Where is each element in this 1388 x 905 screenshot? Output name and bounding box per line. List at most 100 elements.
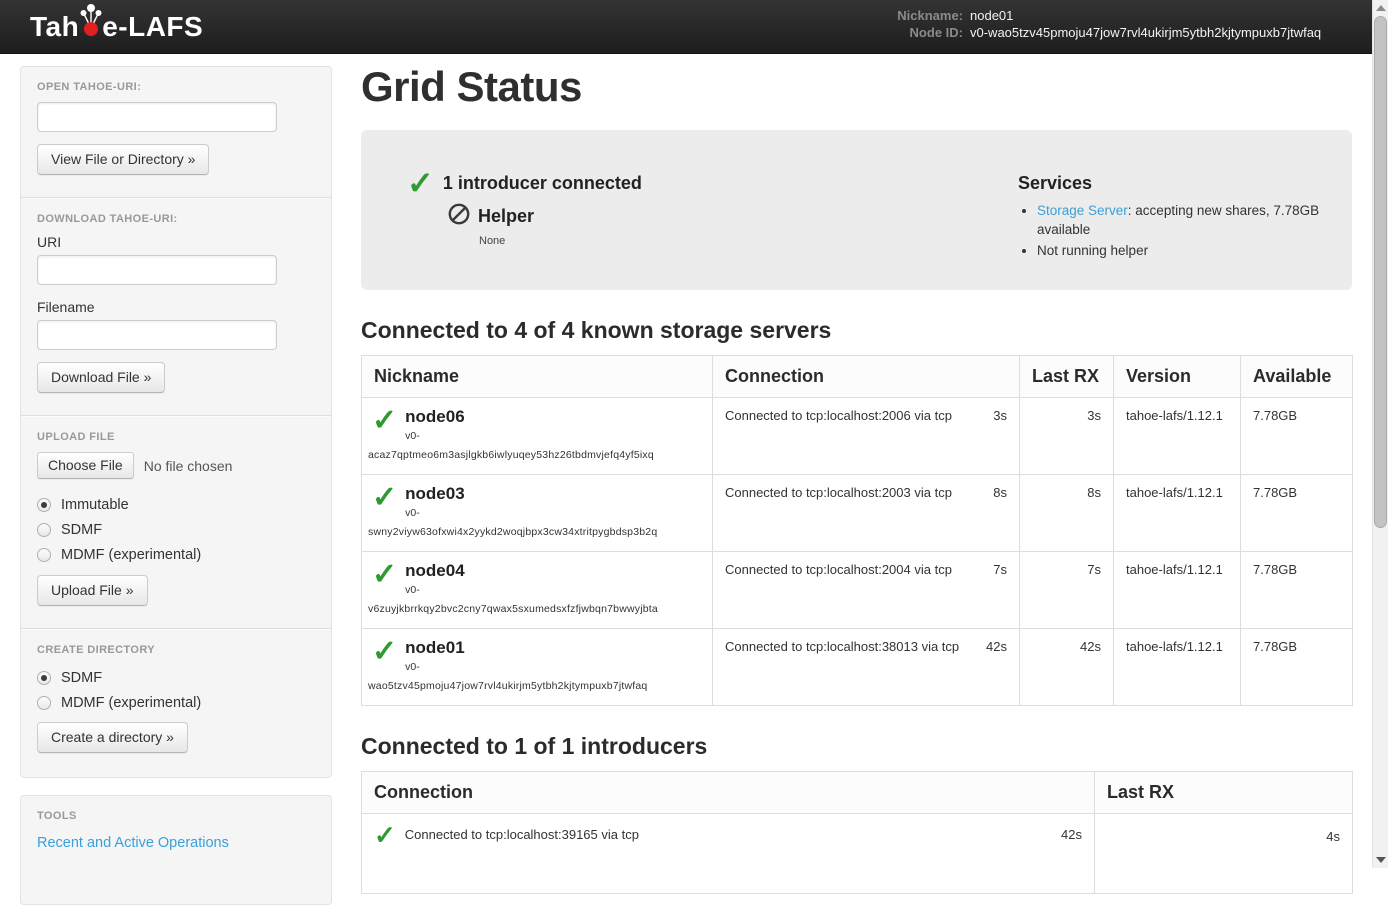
version-value: tahoe-lafs/1.12.1: [1114, 629, 1241, 706]
radio-label: Immutable: [61, 497, 129, 513]
connection-text: Connected to tcp:localhost:2003 via tcp: [725, 485, 952, 500]
download-file-button[interactable]: Download File »: [37, 362, 165, 393]
version-value: tahoe-lafs/1.12.1: [1114, 552, 1241, 629]
tools-label: TOOLS: [37, 810, 315, 822]
logo-text-post: e-LAFS: [102, 11, 203, 43]
services-list: Storage Server: accepting new shares, 7.…: [1037, 201, 1336, 260]
vertical-scrollbar[interactable]: [1372, 0, 1388, 868]
choose-file-button[interactable]: Choose File: [37, 452, 134, 479]
server-id-hash: swny2viyw63ofxwi4x2yykd2woqjbpx3cw34xtri…: [368, 526, 700, 538]
server-id-hash: acaz7qptmeo6m3asjlgkb6iwlyuqey53hz26tbdm…: [368, 449, 700, 461]
table-row: node03 v0- swny2viyw63ofxwi4x2yykd2woqjb…: [362, 475, 1353, 552]
available-value: 7.78GB: [1241, 398, 1353, 475]
no-file-chosen-text: No file chosen: [144, 458, 233, 474]
col-last-rx: Last RX: [1020, 356, 1114, 398]
nickname-label: Nickname:: [897, 7, 963, 24]
service-item: Not running helper: [1037, 241, 1336, 260]
view-file-button[interactable]: View File or Directory »: [37, 144, 209, 175]
table-row: node04 v0- v6zuyjkbrrkqy2bvc2cny7qwax5sx…: [362, 552, 1353, 629]
table-row: node01 v0- wao5tzv45pmoju47jow7rvl4ukirj…: [362, 629, 1353, 706]
scroll-up-arrow-icon[interactable]: [1376, 5, 1386, 11]
server-id-prefix: v0-: [405, 507, 465, 519]
radio-icon[interactable]: [37, 548, 51, 562]
last-rx-value: 42s: [1020, 629, 1114, 706]
connection-age: 8s: [993, 485, 1007, 500]
version-value: tahoe-lafs/1.12.1: [1114, 398, 1241, 475]
sidebar-divider: [21, 415, 331, 417]
radio-label: MDMF (experimental): [61, 547, 201, 563]
helper-none-icon: [447, 202, 471, 231]
server-id-prefix: v0-: [405, 584, 465, 596]
top-navbar: Tah e-LAFS Nickname: node01 Node ID: v0-…: [0, 0, 1388, 54]
last-rx-value: 8s: [1020, 475, 1114, 552]
introducers-heading: Connected to 1 of 1 introducers: [361, 733, 1352, 760]
download-filename-input[interactable]: [37, 320, 277, 350]
radio-icon[interactable]: [37, 523, 51, 537]
open-uri-input[interactable]: [37, 102, 277, 132]
tahoe-lafs-logo[interactable]: Tah e-LAFS: [30, 0, 203, 54]
sidebar-divider: [21, 197, 331, 199]
server-nickname: node01: [405, 639, 465, 657]
radio-icon[interactable]: [37, 671, 51, 685]
introducer-status-text: 1 introducer connected: [443, 170, 642, 194]
create-directory-label: CREATE DIRECTORY: [37, 644, 315, 656]
open-uri-label: OPEN TAHOE-URI:: [37, 81, 315, 93]
tahoe-logo-icon: [79, 8, 102, 47]
create-directory-button[interactable]: Create a directory »: [37, 722, 188, 753]
radio-label: SDMF: [61, 670, 102, 686]
scroll-down-arrow-icon[interactable]: [1376, 857, 1386, 863]
available-value: 7.78GB: [1241, 475, 1353, 552]
connection-text: Connected to tcp:localhost:39165 via tcp: [405, 827, 639, 842]
introducer-connected-check-icon: [407, 170, 434, 196]
helper-title: Helper: [478, 206, 534, 227]
col-connection: Connection: [362, 772, 1095, 814]
introducers-table: Connection Last RX Connected to tcp:loca…: [361, 771, 1353, 894]
col-version: Version: [1114, 356, 1241, 398]
connected-check-icon: [372, 408, 397, 434]
connection-text: Connected to tcp:localhost:2004 via tcp: [725, 562, 952, 577]
connection-age: 3s: [993, 408, 1007, 423]
sidebar-divider: [21, 628, 331, 630]
uri-field-label: URI: [37, 234, 315, 250]
server-nickname: node03: [405, 485, 465, 503]
services-title: Services: [1018, 173, 1336, 194]
filename-field-label: Filename: [37, 299, 315, 315]
storage-servers-heading: Connected to 4 of 4 known storage server…: [361, 317, 1352, 344]
available-value: 7.78GB: [1241, 629, 1353, 706]
download-uri-input[interactable]: [37, 255, 277, 285]
main-content: Grid Status 1 introducer connected Helpe…: [361, 54, 1352, 894]
upload-file-button[interactable]: Upload File »: [37, 575, 148, 606]
node-id-value: v0-wao5tzv45pmoju47jow7rvl4ukirjm5ytbh2k…: [970, 24, 1350, 41]
table-header-row: Nickname Connection Last RX Version Avai…: [362, 356, 1353, 398]
connected-check-icon: [372, 485, 397, 511]
storage-server-link[interactable]: Storage Server: [1037, 203, 1128, 218]
table-header-row: Connection Last RX: [362, 772, 1353, 814]
dir-format-sdmf[interactable]: SDMF: [37, 665, 315, 690]
radio-icon[interactable]: [37, 498, 51, 512]
connected-check-icon: [374, 824, 396, 846]
upload-format-immutable[interactable]: Immutable: [37, 492, 315, 517]
server-nickname: node06: [405, 408, 465, 426]
scrollbar-thumb[interactable]: [1374, 16, 1387, 528]
upload-format-sdmf[interactable]: SDMF: [37, 517, 315, 542]
server-nickname: node04: [405, 562, 465, 580]
server-id-hash: v6zuyjkbrrkqy2bvc2cny7qwax5sxumedsxfzfjw…: [368, 603, 700, 615]
server-id-prefix: v0-: [405, 661, 465, 673]
download-uri-label: DOWNLOAD TAHOE-URI:: [37, 213, 315, 225]
radio-icon[interactable]: [37, 696, 51, 710]
status-summary-box: 1 introducer connected Helper None Servi…: [361, 130, 1352, 290]
upload-format-mdmf[interactable]: MDMF (experimental): [37, 542, 315, 567]
service-item: Storage Server: accepting new shares, 7.…: [1037, 201, 1336, 239]
version-value: tahoe-lafs/1.12.1: [1114, 475, 1241, 552]
helper-value: None: [479, 235, 1018, 247]
recent-operations-link[interactable]: Recent and Active Operations: [37, 835, 229, 851]
available-value: 7.78GB: [1241, 552, 1353, 629]
dir-format-mdmf[interactable]: MDMF (experimental): [37, 690, 315, 715]
col-available: Available: [1241, 356, 1353, 398]
logo-text-pre: Tah: [30, 11, 79, 43]
node-id-label: Node ID:: [897, 24, 963, 41]
radio-label: SDMF: [61, 522, 102, 538]
sidebar-panel: OPEN TAHOE-URI: View File or Directory »…: [20, 66, 332, 778]
table-row: node06 v0- acaz7qptmeo6m3asjlgkb6iwlyuqe…: [362, 398, 1353, 475]
connection-age: 42s: [986, 639, 1007, 654]
